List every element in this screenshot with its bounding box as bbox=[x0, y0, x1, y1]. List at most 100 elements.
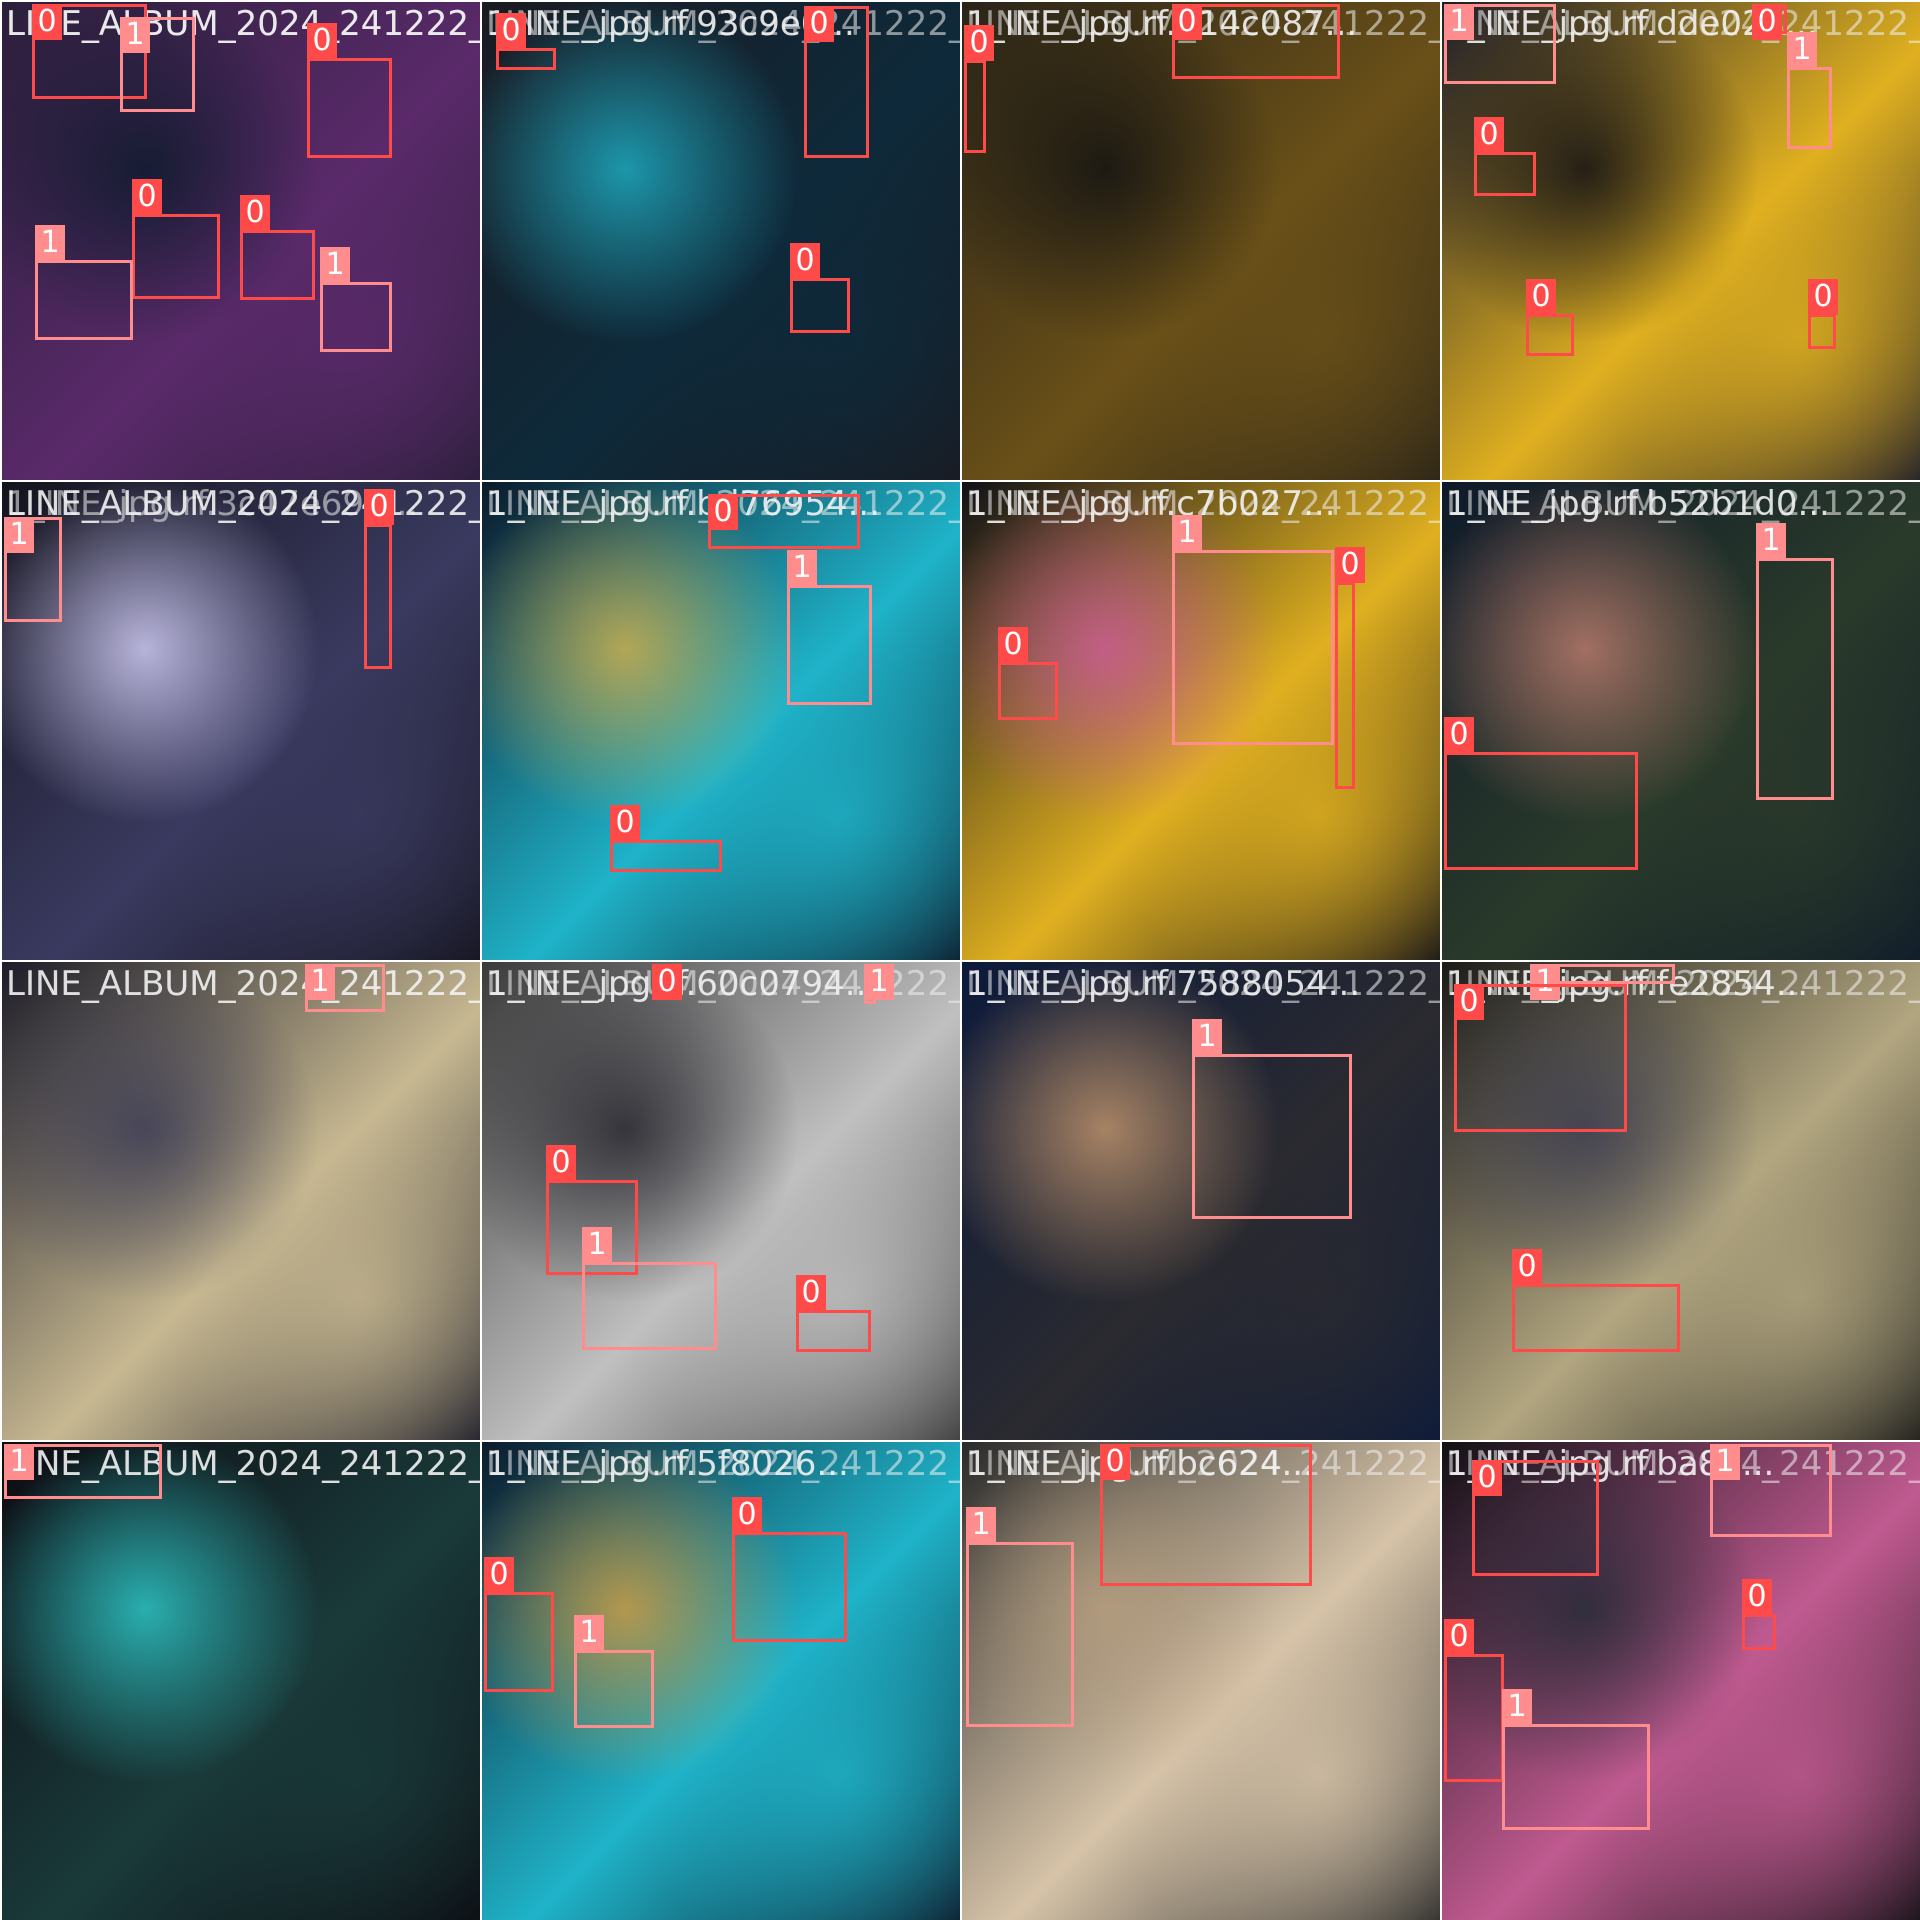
class-label: 0 bbox=[1526, 279, 1556, 315]
class-label: 0 bbox=[1444, 717, 1474, 753]
tile-filename: LINE_ALBUM_2024_241222_ bbox=[6, 964, 480, 1004]
class-label: 0 bbox=[484, 1557, 514, 1593]
detection-box: 0 bbox=[1808, 279, 1838, 349]
class-label: 0 bbox=[496, 13, 526, 49]
class-label: 0 bbox=[1472, 1460, 1502, 1496]
detection-box: 1 bbox=[4, 517, 62, 622]
class-label: 1 bbox=[582, 1227, 612, 1263]
class-label: 0 bbox=[1335, 547, 1365, 583]
class-label: 0 bbox=[32, 4, 62, 40]
class-label: 1 bbox=[1787, 32, 1817, 68]
detection-box: 0 bbox=[240, 195, 315, 300]
class-label: 1 bbox=[1710, 1444, 1740, 1480]
mosaic-tile: 1_INE_jpg.rf.93c9e0... LINE_ALBUM_2024_24… bbox=[482, 2, 960, 480]
detection-box: 1 bbox=[305, 964, 385, 1012]
mosaic-tile: 1_INE_jpg.rf.60c0794...LINE_ALBUM_2024_2… bbox=[482, 962, 960, 1440]
detection-box: 0 bbox=[1444, 717, 1638, 870]
tile-filename-overlay: 1_INE_jpg.rf.3c47e695... bbox=[6, 484, 419, 524]
class-label: 0 bbox=[998, 627, 1028, 663]
detection-box: 1 bbox=[1787, 32, 1832, 149]
class-label: 1 bbox=[574, 1615, 604, 1651]
class-label: 0 bbox=[610, 805, 640, 841]
class-label: 0 bbox=[1808, 279, 1838, 315]
detection-box: 1 bbox=[1502, 1689, 1650, 1830]
class-label: 1 bbox=[1444, 4, 1474, 40]
photo-background bbox=[1442, 482, 1920, 960]
detection-box: 0 bbox=[1526, 279, 1574, 356]
detection-box: 0 bbox=[1335, 547, 1365, 789]
photo-background bbox=[482, 482, 960, 960]
detection-box: 1 bbox=[966, 1507, 1074, 1727]
detection-box: 0 bbox=[1100, 1444, 1312, 1586]
class-label: 1 bbox=[787, 550, 817, 586]
mosaic-tile: 1_INE_jpg.rf.dde023... LINE_ALBUM_2024_24… bbox=[1442, 2, 1920, 480]
detection-box: 0 bbox=[307, 23, 392, 158]
detection-box: 0 bbox=[1752, 4, 1787, 40]
class-label: 0 bbox=[1172, 4, 1202, 40]
detection-box: 0 bbox=[1454, 984, 1627, 1132]
class-label: 1 bbox=[1502, 1689, 1532, 1725]
class-label: 0 bbox=[1512, 1249, 1542, 1285]
class-label: 1 bbox=[1756, 523, 1786, 559]
class-label: 0 bbox=[132, 179, 162, 215]
detection-box: 0 bbox=[708, 494, 860, 549]
class-label: 1 bbox=[120, 17, 150, 53]
class-label: 0 bbox=[1454, 984, 1484, 1020]
detection-mosaic: LINE_ALBUM_2024_241222_ LINE_ALBUM_2024_2… bbox=[0, 0, 1920, 1920]
mosaic-tile: 1_INE_jpg.rf.fe2854... LINE_ALBUM_2024_24… bbox=[1442, 962, 1920, 1440]
detection-box: 1 bbox=[4, 1444, 162, 1499]
detection-box: 0 bbox=[1512, 1249, 1680, 1352]
class-label: 0 bbox=[708, 494, 738, 530]
detection-box: 1 bbox=[864, 964, 894, 1004]
detection-box: 0 bbox=[364, 489, 394, 669]
detection-box: 0 bbox=[964, 25, 994, 153]
detection-box: 0 bbox=[1472, 1460, 1599, 1576]
mosaic-tile: 1_INE_jpg.rf.bd76954...LINE_ALBUM_2024_2… bbox=[482, 482, 960, 960]
mosaic-tile: LINE_ALBUM_2024_241222_ 1 bbox=[2, 962, 480, 1440]
class-label: 1 bbox=[35, 225, 65, 261]
tile-filename-overlay: LINE_ALBUM_2024_241222_ bbox=[966, 484, 1440, 524]
tile-filename-overlay: LINE_ALBUM_2024_241222_ bbox=[966, 964, 1440, 1004]
mosaic-tile: 1_INE_jpg.rf.c7b027... LINE_ALBUM_2024_24… bbox=[962, 482, 1440, 960]
detection-box: 1 bbox=[320, 247, 392, 352]
class-label: 0 bbox=[732, 1497, 762, 1533]
photo-background bbox=[482, 2, 960, 480]
detection-box: 0 bbox=[496, 13, 556, 70]
class-label: 0 bbox=[1474, 117, 1504, 153]
mosaic-tile: LINE_ALBUM_2024_241222_ 1 bbox=[2, 1442, 480, 1920]
mosaic-tile: LINE_ALBUM_2024_241222_ LINE_ALBUM_2024_2… bbox=[2, 2, 480, 480]
photo-background bbox=[2, 962, 480, 1440]
mosaic-tile: 1_NE_jpg.rf.b52b1d0... LINE_ALBUM_2024_24… bbox=[1442, 482, 1920, 960]
class-label: 1 bbox=[320, 247, 350, 283]
class-label: 1 bbox=[1172, 515, 1202, 551]
detection-box: 1 bbox=[1530, 964, 1675, 1000]
class-label: 0 bbox=[790, 243, 820, 279]
detection-box: 1 bbox=[1710, 1444, 1832, 1537]
detection-box: 0 bbox=[998, 627, 1058, 720]
class-label: 1 bbox=[864, 964, 894, 1000]
detection-box: 1 bbox=[1192, 1019, 1352, 1219]
class-label: 0 bbox=[1752, 4, 1782, 40]
class-label: 0 bbox=[1742, 1579, 1772, 1615]
detection-box: 1 bbox=[1172, 515, 1334, 745]
detection-box: 1 bbox=[787, 550, 872, 705]
detection-box: 1 bbox=[35, 225, 133, 340]
detection-box: 0 bbox=[796, 1275, 871, 1352]
class-label: 0 bbox=[546, 1145, 576, 1181]
class-label: 1 bbox=[4, 1444, 34, 1480]
tile-filename-overlay: LINE_ALBUM_2024_241222_ bbox=[486, 4, 960, 44]
detection-box: 0 bbox=[732, 1497, 847, 1642]
class-label: 1 bbox=[1192, 1019, 1222, 1055]
class-label: 0 bbox=[1100, 1444, 1130, 1480]
class-label: 1 bbox=[4, 517, 34, 553]
photo-background bbox=[2, 1442, 480, 1920]
detection-box: 1 bbox=[582, 1227, 717, 1350]
class-label: 0 bbox=[240, 195, 270, 231]
tile-filename-overlay: LINE_ALBUM_2024_241222_ bbox=[486, 1444, 960, 1484]
detection-box: 0 bbox=[652, 964, 682, 1000]
mosaic-tile: 1_INE_jpg.rf.bc624... LINE_ALBUM_2024_241… bbox=[962, 1442, 1440, 1920]
class-label: 0 bbox=[796, 1275, 826, 1311]
detection-box: 0 bbox=[132, 179, 220, 299]
detection-box: 0 bbox=[1474, 117, 1536, 196]
mosaic-tile: 1_INE_jpg.rf.7588054... LINE_ALBUM_2024_2… bbox=[962, 962, 1440, 1440]
